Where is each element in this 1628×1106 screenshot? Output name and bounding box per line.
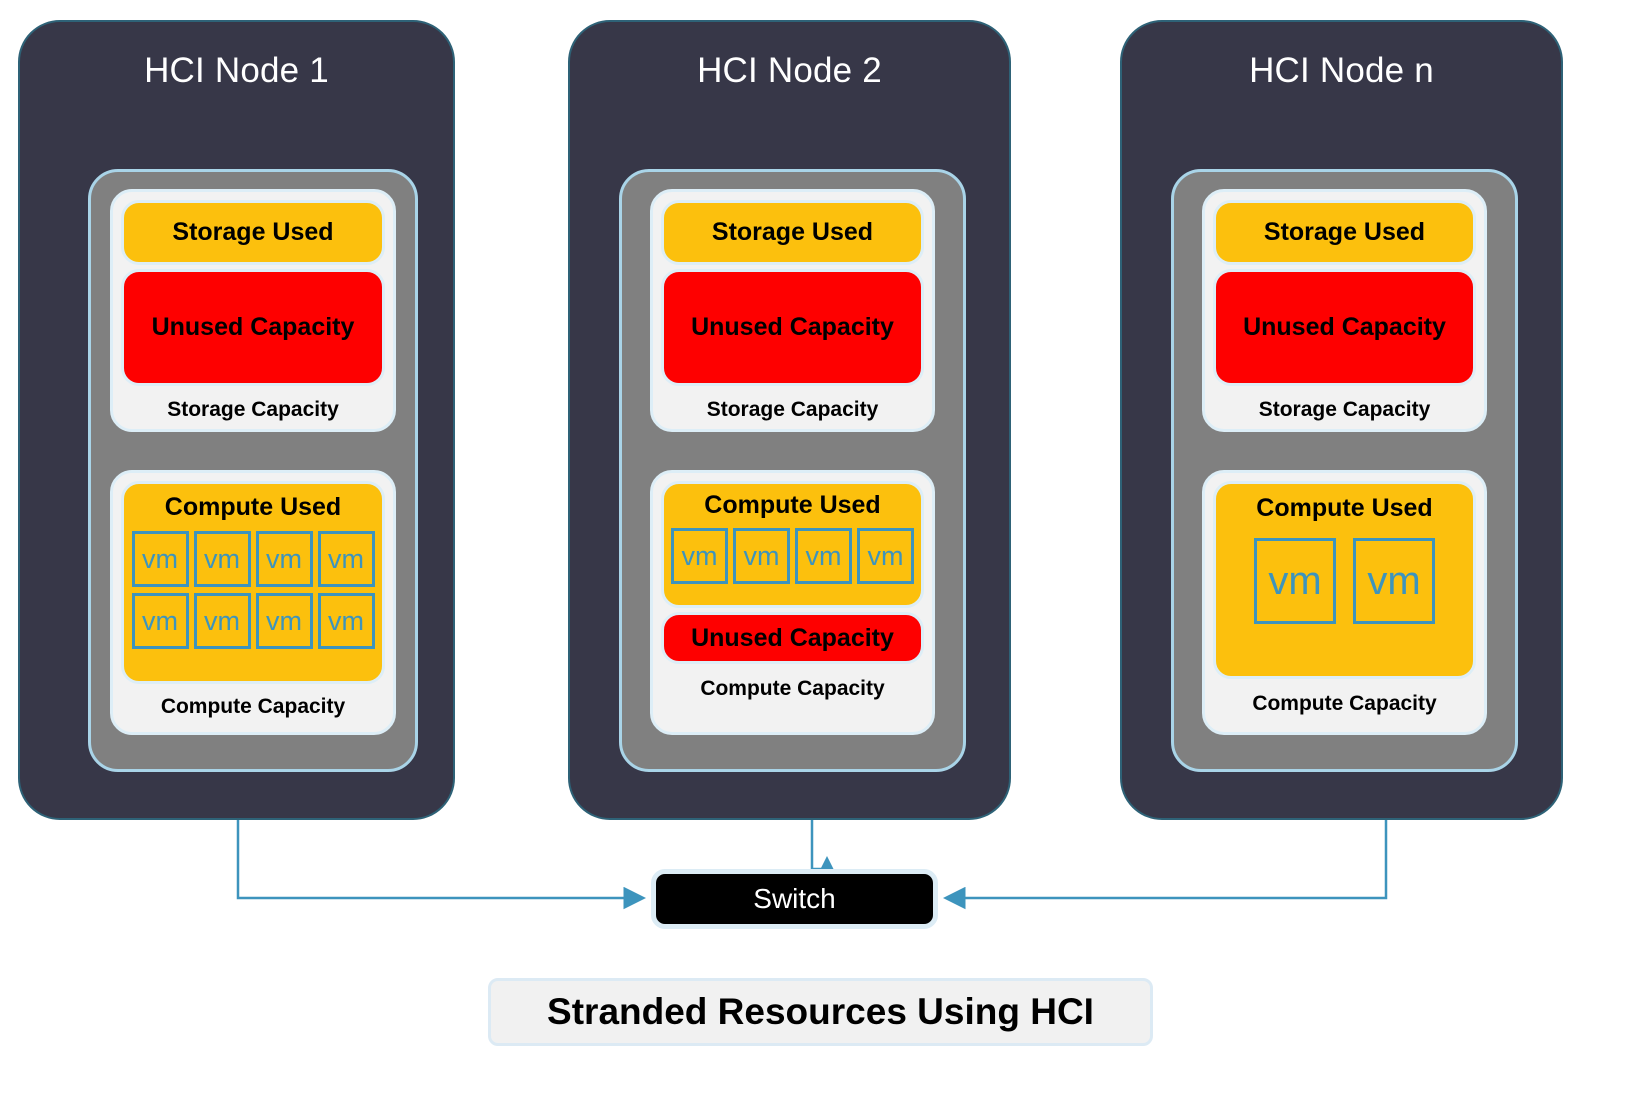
hci-node-2-chassis: Storage Used Unused Capacity Storage Cap… xyxy=(619,169,966,772)
storage-unused-bar-1: Unused Capacity xyxy=(121,269,385,386)
storage-capacity-label-1: Storage Capacity xyxy=(167,398,339,421)
connector-node2-to-switch xyxy=(810,820,839,879)
hci-node-1[interactable]: HCI Node 1 Storage Used Unused Capacity … xyxy=(18,20,455,820)
storage-used-bar-n: Storage Used xyxy=(1213,200,1476,265)
vm-row: vm vm vm vm xyxy=(131,531,375,587)
vm-row: vm vm xyxy=(1254,538,1435,624)
vm-box[interactable]: vm xyxy=(255,531,313,587)
storage-capacity-label-2: Storage Capacity xyxy=(706,398,879,421)
storage-unused-label-n: Unused Capacity xyxy=(1243,313,1446,341)
compute-capacity-card-1: Compute Used vm vm vm vm vm vm vm vm Com… xyxy=(110,470,396,735)
storage-unused-label-1: Unused Capacity xyxy=(151,313,355,341)
storage-capacity-card-n: Storage Used Unused Capacity Storage Cap… xyxy=(1202,189,1487,432)
compute-capacity-card-2: Compute Used vm vm vm vm Unused Capacity… xyxy=(650,470,935,735)
vm-grid-2: vm vm vm vm xyxy=(671,528,914,584)
compute-used-label-n: Compute Used xyxy=(1256,494,1433,522)
diagram-caption: Stranded Resources Using HCI xyxy=(488,978,1153,1046)
compute-used-bar-n: Compute Used vm vm xyxy=(1213,481,1476,679)
compute-capacity-label-2: Compute Capacity xyxy=(700,677,885,700)
vm-box[interactable]: vm xyxy=(1353,538,1435,624)
compute-unused-bar-2: Unused Capacity xyxy=(661,612,924,664)
vm-row: vm vm vm vm xyxy=(671,528,914,584)
hci-node-1-chassis: Storage Used Unused Capacity Storage Cap… xyxy=(88,169,418,772)
diagram-canvas: HCI Node 1 Storage Used Unused Capacity … xyxy=(0,0,1628,1106)
switch-label: Switch xyxy=(753,883,836,914)
connector-noden-to-switch xyxy=(943,820,1388,910)
storage-used-bar-1: Storage Used xyxy=(121,200,385,265)
vm-box[interactable]: vm xyxy=(857,528,914,584)
compute-used-label-2: Compute Used xyxy=(704,491,881,519)
vm-box[interactable]: vm xyxy=(317,531,375,587)
diagram-caption-label: Stranded Resources Using HCI xyxy=(547,991,1094,1032)
storage-capacity-label-n: Storage Capacity xyxy=(1258,398,1431,421)
vm-grid-n: vm vm xyxy=(1254,538,1435,624)
storage-used-label-n: Storage Used xyxy=(1263,218,1426,246)
vm-box[interactable]: vm xyxy=(131,593,189,649)
hci-node-2[interactable]: HCI Node 2 Storage Used Unused Capacity … xyxy=(568,20,1011,820)
compute-unused-label-2: Unused Capacity xyxy=(691,623,894,652)
compute-capacity-label-1: Compute Capacity xyxy=(160,695,346,718)
storage-unused-bar-2: Unused Capacity xyxy=(661,269,924,386)
hci-node-1-title: HCI Node 1 xyxy=(144,51,329,90)
storage-used-label-2: Storage Used xyxy=(711,218,874,246)
vm-box[interactable]: vm xyxy=(193,593,251,649)
storage-used-bar-2: Storage Used xyxy=(661,200,924,265)
network-switch[interactable]: Switch xyxy=(651,869,938,929)
vm-box[interactable]: vm xyxy=(131,531,189,587)
compute-used-bar-1: Compute Used vm vm vm vm vm vm vm vm xyxy=(121,481,385,684)
vm-box[interactable]: vm xyxy=(317,593,375,649)
vm-box[interactable]: vm xyxy=(671,528,728,584)
hci-node-n-title: HCI Node n xyxy=(1249,51,1434,90)
hci-node-n[interactable]: HCI Node n Storage Used Unused Capacity … xyxy=(1120,20,1563,820)
storage-unused-label-2: Unused Capacity xyxy=(691,313,894,341)
compute-capacity-label-n: Compute Capacity xyxy=(1252,692,1437,715)
hci-node-n-chassis: Storage Used Unused Capacity Storage Cap… xyxy=(1171,169,1518,772)
vm-box[interactable]: vm xyxy=(255,593,313,649)
compute-used-bar-2: Compute Used vm vm vm vm xyxy=(661,481,924,608)
storage-used-label-1: Storage Used xyxy=(172,218,334,246)
storage-capacity-card-2: Storage Used Unused Capacity Storage Cap… xyxy=(650,189,935,432)
hci-node-2-title: HCI Node 2 xyxy=(697,51,882,90)
vm-row: vm vm vm vm xyxy=(131,593,375,649)
compute-capacity-card-n: Compute Used vm vm Compute Capacity xyxy=(1202,470,1487,735)
vm-box[interactable]: vm xyxy=(733,528,790,584)
storage-unused-bar-n: Unused Capacity xyxy=(1213,269,1476,386)
vm-grid-1: vm vm vm vm vm vm vm vm xyxy=(131,531,375,649)
vm-box[interactable]: vm xyxy=(795,528,852,584)
vm-box[interactable]: vm xyxy=(193,531,251,587)
connector-node1-to-switch xyxy=(236,820,646,910)
vm-box[interactable]: vm xyxy=(1254,538,1336,624)
storage-capacity-card-1: Storage Used Unused Capacity Storage Cap… xyxy=(110,189,396,432)
compute-used-label-1: Compute Used xyxy=(164,493,342,521)
